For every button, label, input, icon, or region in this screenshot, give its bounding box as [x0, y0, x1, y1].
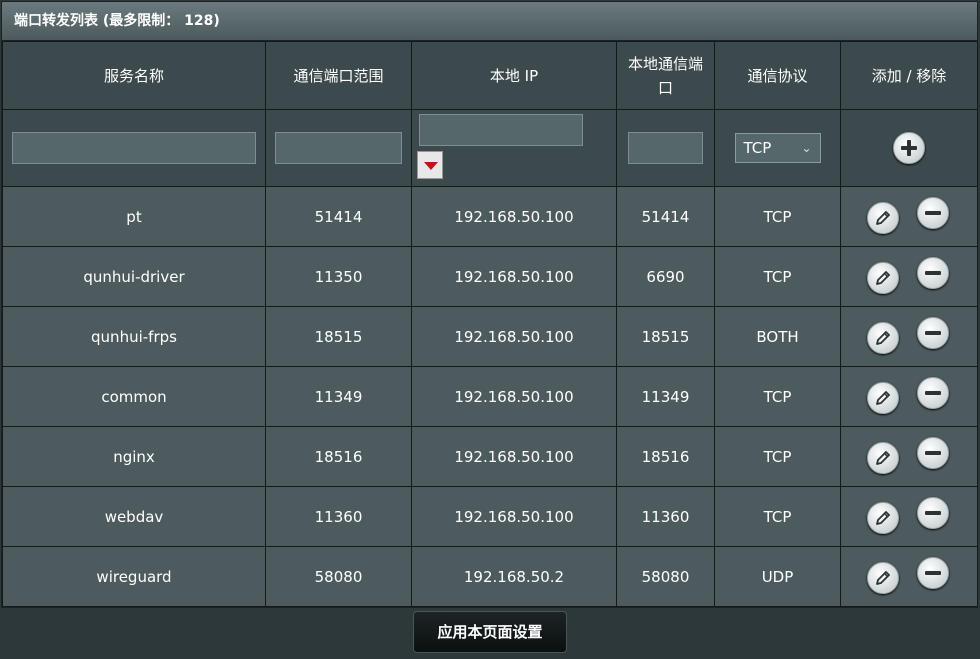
protocol-select[interactable]: TCP ⌄: [734, 133, 821, 163]
edit-pencil-icon[interactable]: [867, 202, 899, 234]
cell-protocol: BOTH: [714, 306, 841, 367]
cell-local-ip: 192.168.50.100: [411, 186, 617, 247]
new-rule-input-row: TCP ⌄: [2, 109, 978, 187]
cell-actions: [840, 546, 978, 607]
cell-actions: [840, 246, 978, 307]
service-name-input[interactable]: [12, 132, 256, 164]
protocol-select-value: TCP: [743, 139, 772, 157]
cell-protocol: TCP: [714, 366, 841, 427]
port-range-input[interactable]: [275, 132, 402, 164]
cell-service-name: pt: [2, 186, 266, 247]
column-header-protocol: 通信协议: [714, 41, 841, 110]
table-row: qunhui-driver 11350 192.168.50.100 6690 TCP: [2, 246, 978, 307]
table-row: pt 51414 192.168.50.100 51414 TCP: [2, 186, 978, 247]
cell-port-range: 51414: [265, 186, 412, 247]
cell-port-range: 11350: [265, 246, 412, 307]
cell-local-port: 18516: [616, 426, 715, 487]
cell-actions: [840, 426, 978, 487]
table-row: webdav 11360 192.168.50.100 11360 TCP: [2, 486, 978, 547]
cell-service-name: qunhui-frps: [2, 306, 266, 367]
edit-pencil-icon[interactable]: [867, 502, 899, 534]
remove-rule-button[interactable]: [917, 317, 949, 349]
cell-actions: [840, 366, 978, 427]
cell-local-port: 11349: [616, 366, 715, 427]
edit-pencil-icon[interactable]: [867, 562, 899, 594]
cell-local-port: 11360: [616, 486, 715, 547]
cell-protocol: TCP: [714, 486, 841, 547]
table-row: common 11349 192.168.50.100 11349 TCP: [2, 366, 978, 427]
cell-port-range: 11349: [265, 366, 412, 427]
ip-dropdown-arrow-icon[interactable]: [417, 151, 443, 179]
cell-port-range: 18515: [265, 306, 412, 367]
cell-protocol: TCP: [714, 186, 841, 247]
apply-settings-button[interactable]: 应用本页面设置: [413, 611, 567, 653]
cell-local-ip: 192.168.50.100: [411, 306, 617, 367]
column-header-add-remove: 添加 / 移除: [840, 41, 978, 110]
cell-protocol: TCP: [714, 426, 841, 487]
remove-rule-button[interactable]: [917, 257, 949, 289]
column-header-local-port: 本地通信端口: [616, 41, 715, 110]
cell-local-ip: 192.168.50.2: [411, 546, 617, 607]
cell-actions: [840, 186, 978, 247]
column-header-port-range: 通信端口范围: [265, 41, 412, 110]
cell-local-ip: 192.168.50.100: [411, 486, 617, 547]
edit-pencil-icon[interactable]: [867, 322, 899, 354]
cell-protocol: UDP: [714, 546, 841, 607]
cell-service-name: webdav: [2, 486, 266, 547]
port-forwarding-panel: 端口转发列表 (最多限制： 128) 服务名称 通信端口范围 本地 IP 本地通…: [1, 1, 978, 608]
cell-local-ip: 192.168.50.100: [411, 426, 617, 487]
cell-port-range: 58080: [265, 546, 412, 607]
cell-port-range: 11360: [265, 486, 412, 547]
cell-local-ip: 192.168.50.100: [411, 246, 617, 307]
cell-actions: [840, 306, 978, 367]
table-row: nginx 18516 192.168.50.100 18516 TCP: [2, 426, 978, 487]
chevron-down-icon: ⌄: [801, 141, 812, 155]
cell-local-port: 18515: [616, 306, 715, 367]
edit-pencil-icon[interactable]: [867, 262, 899, 294]
column-header-service-name: 服务名称: [2, 41, 266, 110]
cell-local-port: 58080: [616, 546, 715, 607]
table-header-row: 服务名称 通信端口范围 本地 IP 本地通信端口 通信协议 添加 / 移除: [2, 41, 978, 110]
cell-local-port: 6690: [616, 246, 715, 307]
cell-port-range: 18516: [265, 426, 412, 487]
remove-rule-button[interactable]: [917, 377, 949, 409]
edit-pencil-icon[interactable]: [867, 382, 899, 414]
cell-service-name: wireguard: [2, 546, 266, 607]
local-ip-input[interactable]: [419, 114, 583, 146]
port-forwarding-table: 服务名称 通信端口范围 本地 IP 本地通信端口 通信协议 添加 / 移除 TC…: [2, 41, 978, 607]
cell-service-name: nginx: [2, 426, 266, 487]
remove-rule-button[interactable]: [917, 557, 949, 589]
cell-local-ip: 192.168.50.100: [411, 366, 617, 427]
table-row: qunhui-frps 18515 192.168.50.100 18515 BOTH: [2, 306, 978, 367]
add-rule-button[interactable]: [893, 132, 925, 164]
remove-rule-button[interactable]: [917, 497, 949, 529]
table-row: wireguard 58080 192.168.50.2 58080 UDP: [2, 546, 978, 607]
edit-pencil-icon[interactable]: [867, 442, 899, 474]
cell-service-name: qunhui-driver: [2, 246, 266, 307]
cell-protocol: TCP: [714, 246, 841, 307]
remove-rule-button[interactable]: [917, 197, 949, 229]
cell-service-name: common: [2, 366, 266, 427]
remove-rule-button[interactable]: [917, 437, 949, 469]
column-header-local-ip: 本地 IP: [411, 41, 617, 110]
cell-actions: [840, 486, 978, 547]
panel-title: 端口转发列表 (最多限制： 128): [2, 2, 977, 41]
cell-local-port: 51414: [616, 186, 715, 247]
local-port-input[interactable]: [628, 132, 703, 164]
